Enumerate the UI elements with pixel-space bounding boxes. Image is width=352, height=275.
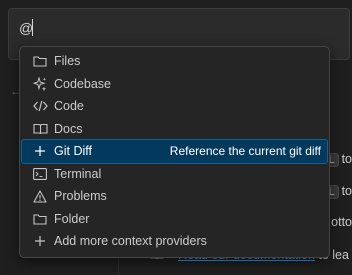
warning-icon: [32, 188, 48, 204]
menu-item-label: Problems: [54, 189, 107, 204]
context-provider-menu: Files Codebase Code Docs Git Diff Refere…: [19, 46, 330, 258]
menu-item-files[interactable]: Files: [22, 50, 327, 73]
menu-item-label: Git Diff: [54, 144, 92, 159]
shortcut-hint-text: to: [341, 184, 352, 198]
terminal-icon: [32, 166, 48, 182]
menu-item-label: Codebase: [54, 76, 111, 91]
menu-item-description: Reference the current git diff: [169, 144, 321, 159]
hint-line-3: otto: [331, 215, 352, 229]
menu-item-label: Add more context providers: [54, 234, 207, 249]
plus-icon: [32, 233, 48, 249]
shortcut-hint-text: to: [341, 152, 352, 166]
plus-icon: [32, 143, 48, 159]
menu-item-problems[interactable]: Problems: [22, 185, 327, 208]
menu-item-label: Code: [54, 99, 84, 114]
menu-item-codebase[interactable]: Codebase: [22, 73, 327, 96]
book-icon: [32, 121, 48, 137]
text-caret: [32, 19, 33, 36]
menu-item-label: Terminal: [54, 166, 102, 181]
menu-item-folder[interactable]: Folder: [22, 208, 327, 231]
folder-icon: [32, 211, 48, 227]
hint-text: otto: [331, 215, 352, 229]
menu-item-label: Files: [54, 54, 81, 69]
menu-item-docs[interactable]: Docs: [22, 118, 327, 141]
menu-item-add-context-providers[interactable]: Add more context providers: [22, 230, 327, 253]
menu-item-git-diff[interactable]: Git Diff Reference the current git diff: [21, 139, 328, 164]
menu-item-code[interactable]: Code: [22, 95, 327, 118]
menu-item-terminal[interactable]: Terminal: [22, 163, 327, 186]
code-icon: [32, 98, 48, 114]
menu-item-label: Docs: [54, 121, 83, 136]
sparkle-icon: [32, 76, 48, 92]
folder-icon: [32, 53, 48, 69]
menu-item-label: Folder: [54, 211, 90, 226]
